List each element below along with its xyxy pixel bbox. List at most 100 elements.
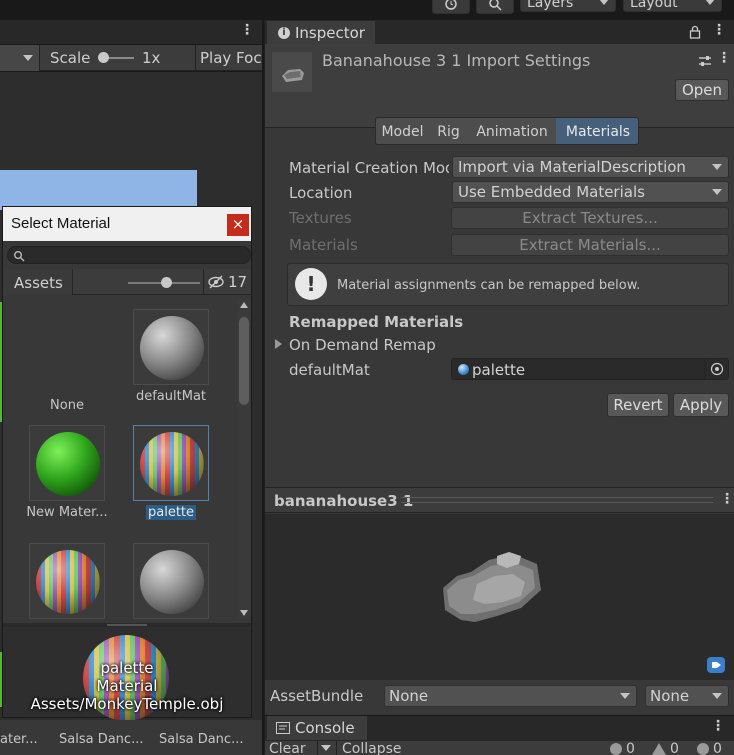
material-thumbnail xyxy=(29,543,105,619)
assetbundle-dropdown[interactable]: None xyxy=(384,685,637,707)
layers-dropdown[interactable]: Layers xyxy=(520,0,616,12)
label-tag-icon[interactable] xyxy=(707,657,725,673)
assetbundle-label: AssetBundle xyxy=(270,687,364,705)
revert-label: Revert xyxy=(613,396,663,414)
extract-materials-label: Extract Materials... xyxy=(519,236,661,254)
more-options-icon[interactable]: ⋮ xyxy=(711,718,725,734)
history-button[interactable] xyxy=(432,0,470,14)
material-sphere xyxy=(140,432,204,496)
list-item[interactable]: New Mater... xyxy=(17,425,117,535)
splitter-grip xyxy=(107,624,147,626)
preview-footer xyxy=(265,650,734,680)
console-panel: Console ⋮ Clear Collapse 0 0 0 xyxy=(264,716,734,755)
object-picker-button[interactable] xyxy=(704,359,728,379)
history-icon xyxy=(445,0,457,10)
list-item[interactable] xyxy=(17,543,117,619)
list-item[interactable]: defaultMat xyxy=(121,309,221,419)
list-item[interactable]: palette xyxy=(121,425,221,535)
default-mat-label: defaultMat xyxy=(289,361,370,379)
revert-button[interactable]: Revert xyxy=(607,393,669,417)
collapse-button[interactable]: Collapse xyxy=(342,741,402,755)
extract-textures-button[interactable]: Extract Textures... xyxy=(451,207,729,229)
tab-rig-label: Rig xyxy=(437,124,460,140)
material-label-defaultmat: defaultMat xyxy=(135,389,207,404)
tab-inspector[interactable]: i Inspector xyxy=(267,21,375,45)
material-thumbnail xyxy=(29,425,105,501)
layers-label: Layers xyxy=(527,0,574,11)
location-value: Use Embedded Materials xyxy=(458,183,645,201)
inspector-tab-bar: i Inspector ⋮ xyxy=(265,20,734,45)
scene-tab-header: ⋮ xyxy=(0,20,262,44)
model-preview[interactable] xyxy=(265,514,734,650)
tab-model[interactable]: Model xyxy=(376,118,430,144)
preset-icon[interactable] xyxy=(697,54,713,68)
scrollbar[interactable] xyxy=(237,299,251,619)
tab-animation[interactable]: Animation xyxy=(468,118,557,144)
tab-rig[interactable]: Rig xyxy=(429,118,469,144)
layout-dropdown[interactable]: Layout xyxy=(623,0,722,12)
scrollbar-thumb[interactable] xyxy=(239,317,249,405)
preview-resize-grip[interactable] xyxy=(401,497,713,503)
extract-materials-button[interactable]: Extract Materials... xyxy=(451,234,729,256)
list-item[interactable]: ater... xyxy=(0,732,38,747)
tab-materials-label: Materials xyxy=(565,124,631,140)
model-icon xyxy=(282,69,304,82)
thumbnail-size-handle[interactable] xyxy=(161,277,172,288)
creation-mode-dropdown[interactable]: Import via MaterialDescription xyxy=(452,156,729,178)
display-dropdown[interactable] xyxy=(0,45,40,71)
select-material-window: Select Material × Assets 17 None default… xyxy=(2,206,252,721)
clear-options-dropdown[interactable] xyxy=(317,741,337,755)
list-item[interactable]: Salsa Danc... xyxy=(159,732,243,747)
info-icon: i xyxy=(278,27,290,39)
list-item[interactable]: Salsa Danc... xyxy=(59,732,143,747)
scale-slider-handle[interactable] xyxy=(98,52,109,63)
assetbundle-bar: AssetBundle None None xyxy=(265,682,734,712)
default-mat-object-field[interactable]: palette xyxy=(451,358,729,380)
location-dropdown[interactable]: Use Embedded Materials xyxy=(452,181,729,203)
chevron-down-icon xyxy=(705,0,715,5)
error-icon xyxy=(697,743,709,755)
scene-toolbar: Scale 1x Play Foc xyxy=(0,45,262,71)
materials-label: Materials xyxy=(289,236,358,254)
search-button[interactable] xyxy=(476,0,514,14)
tab-assets[interactable]: Assets xyxy=(3,269,73,295)
lock-icon[interactable] xyxy=(689,25,701,39)
more-options-icon[interactable]: ⋮ xyxy=(712,22,726,38)
close-button[interactable]: × xyxy=(227,214,249,236)
tag-icon xyxy=(712,662,721,668)
scroll-up-icon[interactable] xyxy=(240,302,248,308)
assetbundle-variant-dropdown[interactable]: None xyxy=(645,685,729,707)
select-material-title: Select Material xyxy=(11,215,111,232)
info-filter-toggle[interactable]: 0 xyxy=(610,741,646,755)
open-button[interactable]: Open xyxy=(675,79,729,101)
chevron-down-icon xyxy=(599,0,609,5)
on-demand-remap-foldout[interactable]: On Demand Remap xyxy=(273,335,473,355)
more-options-icon[interactable]: ⋮ xyxy=(717,50,731,66)
play-focus-dropdown[interactable]: Play Foc xyxy=(200,49,262,67)
list-item[interactable]: None xyxy=(17,305,117,415)
console-tab-title: Console xyxy=(295,719,355,737)
model-preview-image xyxy=(443,552,541,622)
apply-button[interactable]: Apply xyxy=(673,393,729,417)
scroll-down-icon[interactable] xyxy=(240,610,248,616)
error-filter-toggle[interactable]: 0 xyxy=(697,741,733,755)
material-sphere xyxy=(140,316,204,380)
tab-console[interactable]: Console xyxy=(267,716,367,740)
more-options-icon[interactable]: ⋮ xyxy=(720,491,734,507)
clear-button[interactable]: Clear xyxy=(269,741,306,755)
hidden-items-toggle[interactable]: 17 xyxy=(207,272,251,292)
material-preview: palette Material Assets/MonkeyTemple.obj xyxy=(3,627,251,721)
select-material-titlebar[interactable]: Select Material × xyxy=(3,207,251,241)
warning-filter-toggle[interactable]: 0 xyxy=(652,741,688,755)
list-item[interactable] xyxy=(121,543,221,619)
info-helpbox: ! Material assignments can be remapped b… xyxy=(287,263,729,306)
search-input[interactable] xyxy=(7,246,251,264)
open-button-label: Open xyxy=(681,81,723,99)
preview-header: bananahouse3 1 ⋮ xyxy=(265,487,734,513)
more-options-icon[interactable]: ⋮ xyxy=(240,22,254,38)
console-toolbar: Clear Collapse 0 0 0 xyxy=(265,741,734,755)
tab-materials[interactable]: Materials xyxy=(556,118,638,144)
material-sphere xyxy=(140,550,204,614)
preview-type: Material xyxy=(96,677,158,695)
search-icon xyxy=(489,0,502,11)
